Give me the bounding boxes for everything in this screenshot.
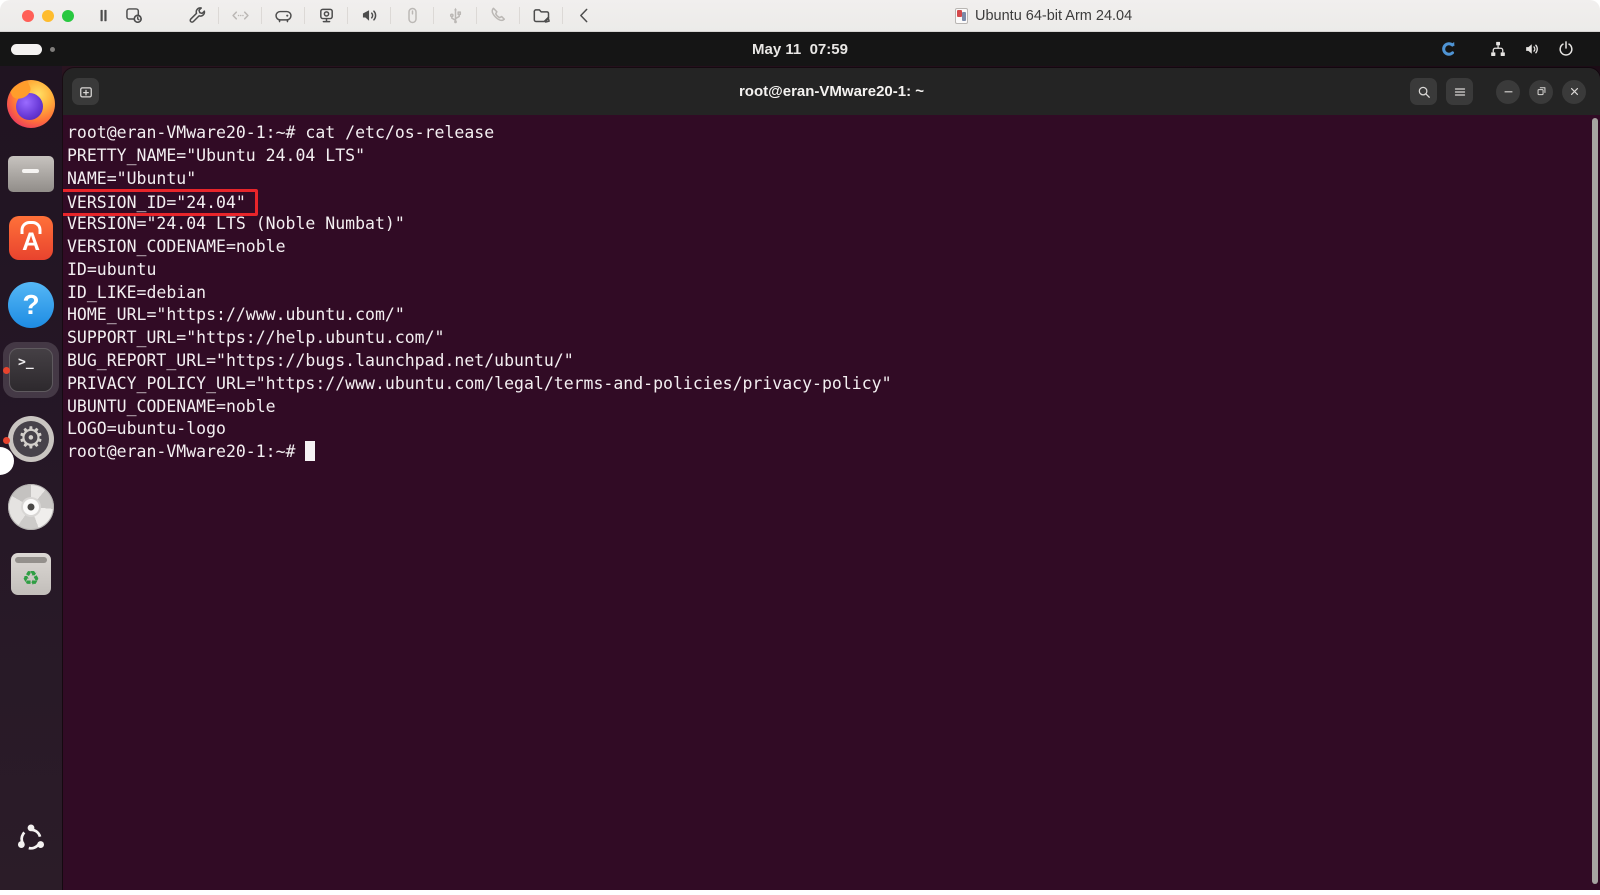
volume-icon[interactable] (1521, 39, 1542, 60)
settings-icon: ⚙ (8, 416, 54, 462)
toolbar-divider (433, 7, 434, 24)
vm-title: Ubuntu 64-bit Arm 24.04 (955, 0, 1132, 32)
firefox-icon (7, 80, 55, 128)
zoom-window-button[interactable] (62, 9, 74, 22)
terminal-line: NAME="Ubuntu" (67, 168, 197, 188)
terminal-line: ID=ubuntu (67, 259, 157, 279)
dock: A? >_ ⚙ ♻ (0, 66, 62, 890)
restore-button[interactable] (1529, 79, 1553, 104)
window-bottom-edge (0, 890, 1600, 895)
vmware-vm-window: Ubuntu 64-bit Arm 24.04 May 11 07:59 A? >… (0, 0, 1600, 895)
running-indicator-dot (3, 367, 10, 374)
vm-title-label: Ubuntu 64-bit Arm 24.04 (975, 8, 1133, 24)
shared-folder-icon[interactable] (526, 3, 556, 29)
terminal-line: UBUNTU_CODENAME=noble (67, 396, 276, 416)
gnome-top-bar: May 11 07:59 (0, 32, 1600, 66)
settings-wrench-icon[interactable] (182, 3, 212, 29)
dock-item-settings[interactable]: ⚙ (7, 415, 55, 463)
terminal-line: PRETTY_NAME="Ubuntu 24.04 LTS" (67, 145, 366, 165)
dock-item-help[interactable]: ? (7, 281, 55, 329)
disc-icon (8, 484, 54, 530)
search-button[interactable] (1410, 78, 1437, 105)
dock-item-app-center[interactable]: A (7, 214, 55, 262)
terminal-title: root@eran-VMware20-1: ~ (738, 83, 925, 100)
terminal-header: root@eran-VMware20-1: ~ (63, 68, 1600, 115)
minimize-button[interactable] (1496, 79, 1520, 104)
network-icon[interactable] (1487, 39, 1508, 60)
toolbar-divider (218, 7, 219, 24)
terminal-line: VERSION_ID="24.04" (63, 189, 1600, 217)
snapshot-icon[interactable] (118, 3, 148, 29)
menu-button[interactable] (1446, 78, 1473, 105)
terminal-line: HOME_URL="https://www.ubuntu.com/" (67, 305, 405, 325)
terminal-header-controls (1410, 78, 1586, 105)
terminal-window: root@eran-VMware20-1: ~ root@eran-VMware… (63, 68, 1600, 890)
terminal-line: LOGO=ubuntu-logo (67, 419, 226, 439)
new-tab-button[interactable] (72, 78, 99, 105)
toolbar-divider (261, 7, 262, 24)
dock-item-show-apps[interactable] (7, 815, 55, 863)
mouse-icon[interactable] (397, 3, 427, 29)
terminal-body[interactable]: root@eran-VMware20-1:~# cat /etc/os-rele… (63, 115, 1600, 890)
hard-disk-icon[interactable] (268, 3, 298, 29)
terminal-cursor (305, 441, 316, 462)
minimize-window-button[interactable] (42, 9, 54, 22)
vm-device-buttons (182, 3, 599, 29)
collapse-toolbar-icon[interactable] (569, 3, 599, 29)
toolbar-divider (476, 7, 477, 24)
recycle-icon: ♻ (22, 567, 40, 590)
dock-item-files[interactable] (7, 148, 55, 196)
vm-control-buttons (88, 3, 148, 29)
help-icon: ? (8, 282, 54, 328)
dock-item-trash[interactable]: ♻ (7, 550, 55, 598)
close-window-button[interactable] (22, 9, 34, 22)
app-center-glyph: A (21, 228, 41, 256)
sound-icon[interactable] (354, 3, 384, 29)
terminal-line: BUG_REPORT_URL="https://bugs.launchpad.n… (67, 350, 574, 370)
toolbar-divider (304, 7, 305, 24)
terminal-line: root@eran-VMware20-1:~# cat /etc/os-rele… (67, 123, 495, 142)
show-apps-icon (7, 815, 55, 863)
power-icon[interactable] (1555, 39, 1576, 60)
vmware-toolbar: Ubuntu 64-bit Arm 24.04 (0, 0, 1600, 32)
app-center-icon: A (9, 216, 53, 260)
highlight-box: VERSION_ID="24.04" (63, 189, 258, 217)
trash-icon: ♻ (11, 553, 51, 595)
phone-icon[interactable] (483, 3, 513, 29)
camera-icon[interactable] (311, 3, 341, 29)
toolbar-divider (347, 7, 348, 24)
desktop: A? >_ ⚙ ♻ root@eran-VMware20-1: ~ root@eran… (0, 66, 1600, 890)
dock-item-disc[interactable] (7, 483, 55, 531)
clock[interactable]: May 11 07:59 (0, 32, 1600, 66)
terminal-line: SUPPORT_URL="https://help.ubuntu.com/" (67, 328, 445, 348)
terminal-line: VERSION_CODENAME=noble (67, 236, 286, 256)
dock-item-firefox[interactable] (7, 80, 55, 128)
toolbar-divider (519, 7, 520, 24)
terminal-icon: >_ (9, 348, 53, 392)
running-indicator-dot (3, 437, 10, 444)
toolbar-divider (390, 7, 391, 24)
files-icon (8, 151, 54, 192)
terminal-line: VERSION="24.04 LTS (Noble Numbat)" (67, 214, 405, 234)
send-keys-icon[interactable] (225, 3, 255, 29)
traffic-lights (22, 9, 74, 22)
dock-item-terminal[interactable]: >_ (3, 342, 59, 398)
usb-icon[interactable] (440, 3, 470, 29)
terminal-line: PRIVACY_POLICY_URL="https://www.ubuntu.c… (67, 373, 892, 393)
c-app-indicator-icon[interactable] (1437, 39, 1458, 60)
terminal-line: root@eran-VMware20-1:~# (67, 441, 1600, 464)
vmware-document-icon (955, 8, 968, 24)
pause-icon[interactable] (88, 3, 118, 29)
terminal-scrollbar[interactable] (1592, 118, 1598, 884)
terminal-line: ID_LIKE=debian (67, 282, 207, 302)
toolbar-divider (562, 7, 563, 24)
gear-icon: ⚙ (17, 422, 45, 455)
close-button[interactable] (1562, 79, 1586, 104)
system-status-area[interactable] (1437, 32, 1576, 66)
